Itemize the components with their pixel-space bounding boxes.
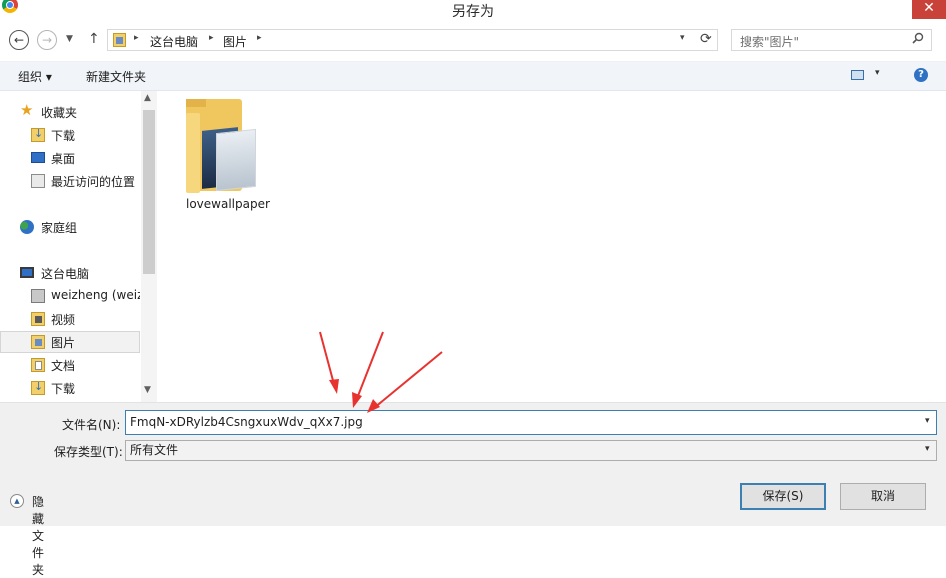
search-icon[interactable] bbox=[912, 32, 924, 48]
breadcrumb-pictures[interactable]: 图片 bbox=[223, 33, 247, 50]
folder-preview-photo bbox=[216, 128, 256, 192]
sidebar-item-recent-places[interactable]: 最近访问的位置 bbox=[0, 170, 140, 192]
filetype-label: 保存类型(T): bbox=[54, 445, 123, 459]
sidebar-item-label: 图片 bbox=[51, 336, 76, 350]
sidebar-item-documents[interactable]: 文档 bbox=[0, 354, 140, 376]
pictures-folder-icon bbox=[113, 33, 126, 47]
sidebar-item-pictures[interactable]: 图片 bbox=[0, 331, 140, 353]
breadcrumb-separator[interactable]: ▸ bbox=[257, 33, 262, 43]
computer-icon bbox=[20, 267, 34, 278]
breadcrumb-this-pc[interactable]: 这台电脑 bbox=[150, 33, 198, 50]
breadcrumb-separator[interactable]: ▸ bbox=[134, 33, 139, 43]
address-bar[interactable]: ▸ 这台电脑 ▸ 图片 ▸ ▾ ⟳ bbox=[107, 29, 718, 51]
annotation-arrowhead bbox=[329, 379, 339, 394]
scrollbar-thumb[interactable] bbox=[143, 110, 155, 274]
sidebar-item-label: 下载 bbox=[51, 382, 76, 396]
new-folder-button[interactable]: 新建文件夹 bbox=[86, 68, 146, 85]
sidebar-item-label: 下载 bbox=[51, 129, 76, 143]
recent-places-icon bbox=[31, 174, 45, 188]
navigation-pane: ★ 收藏夹 下载 桌面 最近访问的位置 家庭组 这台电脑 weizheng (w… bbox=[0, 91, 157, 402]
sidebar-item-label: 桌面 bbox=[51, 152, 76, 166]
organize-button[interactable]: 组织 ▾ bbox=[18, 68, 52, 85]
network-drive-icon bbox=[31, 289, 45, 303]
star-icon: ★ bbox=[20, 101, 34, 119]
back-button[interactable]: ← bbox=[9, 30, 29, 50]
address-dropdown-button[interactable]: ▾ bbox=[680, 33, 685, 43]
annotation-arrow bbox=[373, 351, 443, 409]
sidebar-item-label: weizheng (weizl bbox=[51, 288, 140, 302]
filetype-dropdown-button[interactable]: ▾ bbox=[925, 444, 930, 454]
navigation-scrollbar[interactable]: ▲ ▼ bbox=[141, 91, 157, 402]
close-button[interactable]: ✕ bbox=[912, 0, 946, 19]
filename-field[interactable]: FmqN-xDRylzb4CsngxuxWdv_qXx7.jpg bbox=[125, 410, 937, 435]
filename-label: 文件名(N): bbox=[62, 418, 121, 432]
recent-locations-button[interactable]: ▼ bbox=[66, 34, 73, 44]
sidebar-item-label: 家庭组 bbox=[41, 221, 78, 235]
desktop-icon bbox=[31, 152, 45, 163]
sidebar-item-favorites[interactable]: ★ 收藏夹 bbox=[0, 101, 140, 123]
search-input[interactable]: 搜索"图片" bbox=[731, 29, 932, 51]
sidebar-item-label: 视频 bbox=[51, 313, 76, 327]
sidebar-item-videos[interactable]: 视频 bbox=[0, 308, 140, 330]
sidebar-item-label: 文档 bbox=[51, 359, 76, 373]
change-view-icon[interactable] bbox=[851, 70, 864, 80]
videos-folder-icon bbox=[31, 312, 45, 326]
hide-folders-label: 隐藏文件夹 bbox=[32, 495, 45, 577]
cancel-button[interactable]: 取消 bbox=[840, 483, 926, 510]
help-icon[interactable]: ? bbox=[914, 68, 928, 82]
homegroup-icon bbox=[20, 220, 34, 234]
scroll-down-arrow-icon[interactable]: ▼ bbox=[144, 385, 151, 395]
annotation-arrow bbox=[355, 331, 384, 402]
annotation-arrow bbox=[319, 331, 336, 389]
scroll-up-arrow-icon[interactable]: ▲ bbox=[144, 93, 151, 103]
save-button[interactable]: 保存(S) bbox=[740, 483, 826, 510]
sidebar-item-homegroup[interactable]: 家庭组 bbox=[0, 216, 140, 238]
sidebar-item-desktop[interactable]: 桌面 bbox=[0, 147, 140, 169]
folder-front-panel bbox=[186, 113, 200, 193]
filename-dropdown-button[interactable]: ▾ bbox=[925, 416, 930, 426]
search-placeholder: 搜索"图片" bbox=[740, 35, 800, 49]
sidebar-item-network-drive[interactable]: weizheng (weizl bbox=[0, 285, 140, 307]
forward-button[interactable]: → bbox=[37, 30, 57, 50]
breadcrumb-separator[interactable]: ▸ bbox=[209, 33, 214, 43]
filetype-select[interactable]: 所有文件 bbox=[125, 440, 937, 461]
sidebar-item-label: 这台电脑 bbox=[41, 267, 90, 281]
view-options-dropdown[interactable]: ▾ bbox=[875, 68, 880, 78]
window-title: 另存为 bbox=[452, 4, 494, 20]
sidebar-item-downloads-2[interactable]: 下载 bbox=[0, 377, 140, 399]
refresh-button[interactable]: ⟳ bbox=[700, 31, 712, 47]
command-toolbar: 组织 ▾ 新建文件夹 ▾ ? bbox=[0, 61, 946, 91]
title-bar: 另存为 ✕ bbox=[0, 0, 946, 20]
folder-item-lovewallpaper[interactable] bbox=[186, 99, 258, 194]
sidebar-item-downloads[interactable]: 下载 bbox=[0, 124, 140, 146]
up-button[interactable]: ↑ bbox=[88, 31, 100, 47]
download-folder-icon bbox=[31, 127, 45, 142]
folder-name[interactable]: lovewallpaper bbox=[186, 197, 270, 211]
pictures-folder-icon bbox=[31, 335, 45, 349]
download-folder-icon bbox=[31, 380, 45, 395]
sidebar-item-this-pc[interactable]: 这台电脑 bbox=[0, 262, 140, 284]
sidebar-item-label: 最近访问的位置 bbox=[51, 175, 136, 189]
collapse-icon: ▲ bbox=[10, 494, 24, 508]
sidebar-item-label: 收藏夹 bbox=[41, 106, 78, 120]
folder-tab bbox=[186, 99, 206, 107]
documents-folder-icon bbox=[31, 358, 45, 372]
